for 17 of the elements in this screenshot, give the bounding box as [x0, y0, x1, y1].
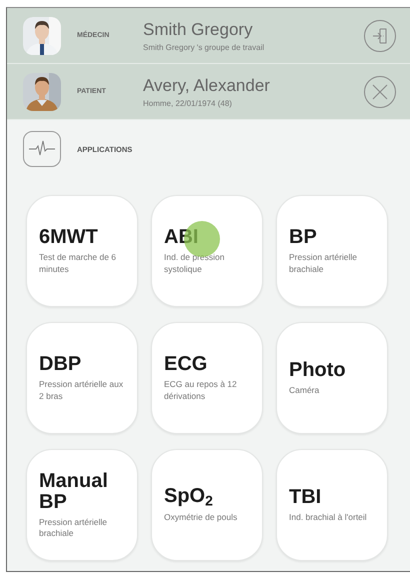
heartbeat-icon [23, 131, 61, 167]
app-tile[interactable]: 6MWT Test de marche de 6 minutes [26, 195, 138, 307]
person-detail: Homme, 22/01/1974 (48) [143, 98, 233, 108]
exit-door-icon [371, 26, 389, 44]
app-tile[interactable]: SpO$_{2}$ Oxymétrie de pouls [151, 449, 263, 561]
app-tile[interactable]: Manual BP Pression artérielle brachiale [26, 449, 138, 561]
app-tile[interactable]: ECG ECG au repos à 12 dérivations [151, 322, 263, 434]
person-name: Avery, Alexander [143, 76, 271, 96]
app-tile[interactable]: BP Pression artérielle brachiale [276, 195, 388, 307]
app-tile[interactable]: DBP Pression artérielle aux 2 bras [26, 322, 138, 434]
person-detail: Smith Gregory 's groupe de travail [143, 42, 266, 52]
close-button[interactable] [364, 76, 396, 108]
logout-button[interactable] [364, 20, 396, 52]
close-icon [372, 84, 388, 100]
person-name: Smith Gregory [143, 20, 254, 40]
app-tile[interactable]: Photo Caméra [276, 322, 388, 434]
app-tile[interactable]: TBI Ind. brachial à l'orteil [276, 449, 388, 561]
